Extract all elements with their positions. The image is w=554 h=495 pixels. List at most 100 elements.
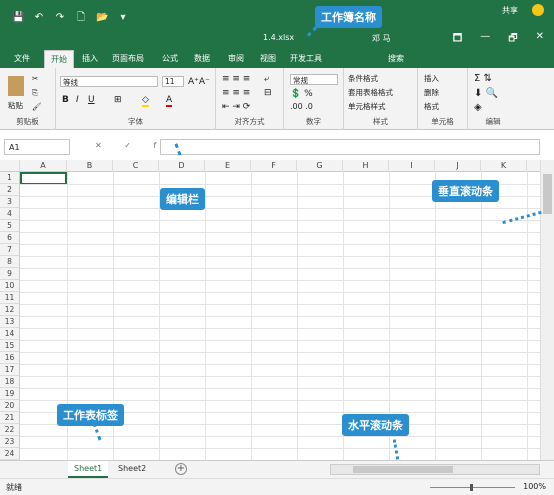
column-header[interactable]: I bbox=[389, 160, 435, 172]
left-align-icon[interactable]: ≡ ≡ ≡ bbox=[222, 88, 250, 98]
column-header[interactable]: E bbox=[205, 160, 251, 172]
row-header[interactable]: 9 bbox=[0, 268, 20, 280]
row-header[interactable]: 22 bbox=[0, 424, 20, 436]
currency-icon[interactable]: 💲 % bbox=[290, 89, 313, 99]
format-painter-icon[interactable]: 🖌 bbox=[32, 102, 42, 111]
insert-cells-button[interactable]: 插入 bbox=[424, 73, 439, 84]
new-file-icon[interactable]: 🗋 bbox=[75, 12, 87, 24]
column-header[interactable]: A bbox=[20, 160, 67, 172]
underline-icon[interactable]: U bbox=[88, 95, 95, 105]
redo-icon[interactable]: ↷ bbox=[54, 12, 66, 24]
row-header[interactable]: 16 bbox=[0, 352, 20, 364]
customize-qat-icon[interactable]: ▾ bbox=[117, 12, 129, 24]
row-header[interactable]: 20 bbox=[0, 400, 20, 412]
row-header[interactable]: 8 bbox=[0, 256, 20, 268]
row-header[interactable]: 3 bbox=[0, 196, 20, 208]
row-header[interactable]: 2 bbox=[0, 184, 20, 196]
tab-6[interactable]: 审阅 bbox=[228, 53, 244, 64]
restore-icon[interactable]: 🗗 bbox=[508, 31, 517, 48]
tab-1[interactable]: 开始 bbox=[44, 50, 74, 68]
tab-0[interactable]: 文件 bbox=[14, 53, 30, 64]
column-header[interactable]: K bbox=[481, 160, 527, 172]
undo-icon[interactable]: ↶ bbox=[33, 12, 45, 24]
paste-icon[interactable] bbox=[8, 76, 24, 96]
top-align-icon[interactable]: ≡ ≡ ≡ bbox=[222, 74, 250, 84]
column-header[interactable]: C bbox=[113, 160, 159, 172]
minimize-icon[interactable]: — bbox=[480, 31, 490, 48]
row-header[interactable]: 21 bbox=[0, 412, 20, 424]
sheet-tab-sheet1[interactable]: Sheet1 bbox=[68, 461, 109, 478]
row-header[interactable]: 15 bbox=[0, 340, 20, 352]
sheet-tab-sheet2[interactable]: Sheet2 bbox=[112, 461, 152, 478]
column-header[interactable]: B bbox=[67, 160, 113, 172]
cut-icon[interactable]: ✂ bbox=[32, 74, 38, 83]
row-header[interactable]: 10 bbox=[0, 280, 20, 292]
tab-8[interactable]: 开发工具 bbox=[290, 53, 322, 64]
column-header[interactable]: G bbox=[297, 160, 343, 172]
bold-icon[interactable]: B bbox=[62, 95, 69, 105]
tab-3[interactable]: 页面布局 bbox=[112, 53, 144, 64]
tab-4[interactable]: 公式 bbox=[162, 53, 178, 64]
font-size-select[interactable]: 11 bbox=[162, 76, 184, 87]
italic-icon[interactable]: I bbox=[76, 95, 79, 105]
fill-icon[interactable]: ⬇ 🔍 bbox=[474, 88, 498, 99]
add-sheet-button[interactable]: + bbox=[175, 463, 187, 475]
row-header[interactable]: 19 bbox=[0, 388, 20, 400]
tab-7[interactable]: 视图 bbox=[260, 53, 276, 64]
horizontal-scroll-thumb[interactable] bbox=[353, 466, 453, 473]
column-header[interactable]: J bbox=[435, 160, 481, 172]
fill-color-icon[interactable]: ◇ bbox=[142, 95, 149, 107]
row-header[interactable]: 18 bbox=[0, 376, 20, 388]
row-header[interactable]: 7 bbox=[0, 244, 20, 256]
font-name-select[interactable]: 等线 bbox=[60, 76, 158, 87]
zoom-slider[interactable] bbox=[430, 484, 515, 491]
number-format-select[interactable]: 常规 bbox=[290, 74, 338, 85]
row-header[interactable]: 12 bbox=[0, 304, 20, 316]
indent-icon[interactable]: ⇤ ⇥ ⟳ bbox=[222, 102, 250, 112]
save-icon[interactable]: 💾 bbox=[12, 12, 24, 24]
copy-icon[interactable]: ⎘ bbox=[32, 88, 38, 98]
column-header[interactable]: D bbox=[159, 160, 205, 172]
tab-5[interactable]: 数据 bbox=[194, 53, 210, 64]
row-header[interactable]: 11 bbox=[0, 292, 20, 304]
conditional-format-button[interactable]: 条件格式 bbox=[348, 73, 378, 84]
row-header[interactable]: 4 bbox=[0, 208, 20, 220]
clear-icon[interactable]: ◈ bbox=[474, 102, 482, 113]
format-cells-button[interactable]: 格式 bbox=[424, 101, 439, 112]
formula-input[interactable] bbox=[160, 139, 540, 155]
ribbon-display-icon[interactable]: 🗖 bbox=[453, 31, 463, 48]
merge-center-icon[interactable]: ⊟ bbox=[264, 88, 272, 98]
close-icon[interactable]: ✕ bbox=[536, 31, 544, 48]
user-name[interactable]: 邓 马 bbox=[372, 33, 391, 44]
column-header[interactable]: F bbox=[251, 160, 297, 172]
table-format-button[interactable]: 套用表格格式 bbox=[348, 87, 393, 98]
row-header[interactable]: 5 bbox=[0, 220, 20, 232]
row-header[interactable]: 24 bbox=[0, 448, 20, 460]
vertical-scrollbar[interactable] bbox=[540, 160, 554, 460]
row-header[interactable]: 13 bbox=[0, 316, 20, 328]
row-header[interactable]: 23 bbox=[0, 436, 20, 448]
paste-button[interactable]: 粘贴 bbox=[8, 100, 23, 111]
cell-style-button[interactable]: 单元格样式 bbox=[348, 101, 386, 112]
row-header[interactable]: 14 bbox=[0, 328, 20, 340]
feedback-smiley-icon[interactable] bbox=[532, 4, 544, 16]
font-color-icon[interactable]: A bbox=[166, 95, 173, 107]
row-header[interactable]: 6 bbox=[0, 232, 20, 244]
zoom-slider-knob[interactable] bbox=[470, 484, 473, 491]
open-file-icon[interactable]: 📂 bbox=[96, 12, 108, 24]
row-header[interactable]: 17 bbox=[0, 364, 20, 376]
wrap-text-icon[interactable]: ⤶ bbox=[264, 74, 269, 84]
decimal-icon[interactable]: .00 .0 bbox=[290, 102, 313, 111]
zoom-level[interactable]: 100% bbox=[523, 482, 546, 491]
name-box[interactable]: A1 bbox=[4, 139, 70, 155]
autosum-icon[interactable]: Σ ⇅ bbox=[474, 73, 492, 84]
border-icon[interactable]: ⊞ bbox=[114, 95, 122, 105]
tab-9[interactable]: 搜索 bbox=[388, 53, 404, 64]
font-grow-icon[interactable]: A⁺A⁻ bbox=[188, 77, 210, 87]
column-header[interactable]: H bbox=[343, 160, 389, 172]
row-header[interactable]: 1 bbox=[0, 172, 20, 184]
horizontal-scrollbar[interactable] bbox=[330, 464, 540, 475]
delete-cells-button[interactable]: 删除 bbox=[424, 87, 439, 98]
vertical-scroll-thumb[interactable] bbox=[543, 174, 552, 214]
share-button[interactable]: 共享 bbox=[502, 5, 518, 16]
